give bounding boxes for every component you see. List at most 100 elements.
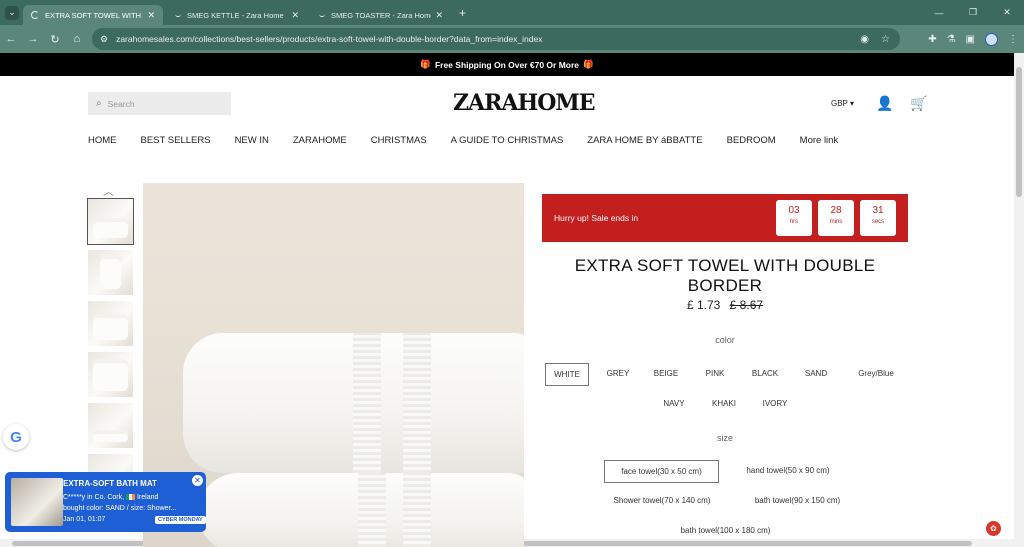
color-option-black[interactable]: BLACK xyxy=(745,363,785,384)
nav-item-home[interactable]: HOME xyxy=(88,135,117,146)
cart-icon[interactable]: 🛒 xyxy=(910,95,927,112)
rewards-icon[interactable]: ✿ xyxy=(986,521,1001,536)
bookmark-star-icon[interactable]: ☆ xyxy=(881,34,890,45)
tab-2[interactable]: SMEG TOASTER - Zara Home ✕ xyxy=(311,5,451,25)
promo-text: Free Shipping On Over €70 Or More xyxy=(434,59,580,70)
browser-toolbar: ✚ ⚗ ▣ ⋮ xyxy=(928,25,1018,53)
secs-value: 31 xyxy=(872,205,884,216)
popup-country: Ireland xyxy=(136,494,159,501)
popup-buyer: C*****y in Co. Cork, xyxy=(63,494,125,501)
thumbnail[interactable] xyxy=(88,250,133,295)
tab-close-icon[interactable]: ✕ xyxy=(291,10,299,21)
lab-icon[interactable]: ⚗ xyxy=(947,34,956,45)
chevron-up-icon[interactable]: ︿ xyxy=(103,183,114,199)
hours-value: 03 xyxy=(788,205,800,216)
product-price: £ 1.73 £ 8.67 xyxy=(542,298,908,312)
secs-label: secs xyxy=(871,219,885,225)
window-controls: — ❐ ✕ xyxy=(922,0,1024,25)
profile-avatar-icon[interactable] xyxy=(985,32,998,46)
nav-item-new-in[interactable]: NEW IN xyxy=(235,135,269,146)
search-input[interactable]: ⌕ Search xyxy=(88,92,231,115)
thumbnail[interactable] xyxy=(87,198,134,245)
countdown-secs: 31 secs xyxy=(860,200,896,236)
popup-badge: CYBER MONDAY xyxy=(155,516,206,524)
popup-buyer-line: C*****y in Co. Cork, Ireland xyxy=(63,494,158,501)
color-option-grey-blue[interactable]: Grey/Blue xyxy=(848,363,904,384)
nav-item-zarahome[interactable]: ZARAHOME xyxy=(293,135,347,146)
currency-value: GBP xyxy=(831,99,848,108)
tab-close-icon[interactable]: ✕ xyxy=(147,10,155,21)
thumbnail-gallery xyxy=(87,198,134,505)
currency-select[interactable]: GBP ▾ xyxy=(831,99,854,108)
url-text: zarahomesales.com/collections/best-selle… xyxy=(116,34,543,44)
color-option-grey[interactable]: GREY xyxy=(598,363,638,384)
close-window-icon[interactable]: ✕ xyxy=(990,7,1024,18)
size-options: face towel(30 x 50 cm) hand towel(50 x 9… xyxy=(542,460,912,540)
minimize-icon[interactable]: — xyxy=(922,8,956,18)
tab-1[interactable]: SMEG KETTLE - Zara Home ✕ xyxy=(167,5,307,25)
sidepanel-icon[interactable]: ▣ xyxy=(966,34,975,45)
google-icon[interactable]: G xyxy=(3,424,29,450)
thumbnail[interactable] xyxy=(88,301,133,346)
vertical-scrollbar[interactable] xyxy=(1014,53,1024,547)
ireland-flag-icon xyxy=(126,494,136,501)
nav-item-bedroom[interactable]: BEDROOM xyxy=(727,135,776,146)
size-option-bath-towel-90[interactable]: bath towel(90 x 150 cm) xyxy=(740,490,855,511)
hours-label: hrs xyxy=(789,219,799,225)
url-field[interactable]: ⚙ zarahomesales.com/collections/best-sel… xyxy=(92,28,900,50)
recent-purchase-popup[interactable]: EXTRA-SOFT BATH MAT C*****y in Co. Cork,… xyxy=(5,472,206,532)
scroll-thumb[interactable] xyxy=(1016,67,1022,197)
gift-icon: 🎁 xyxy=(583,59,594,69)
color-option-navy[interactable]: NAVY xyxy=(655,393,693,414)
reload-icon[interactable]: ↻ xyxy=(44,33,66,46)
countdown-mins: 28 mins xyxy=(818,200,854,236)
close-icon[interactable]: ✕ xyxy=(192,475,203,486)
color-option-khaki[interactable]: KHAKI xyxy=(705,393,743,414)
mins-value: 28 xyxy=(830,205,842,216)
size-option-face-towel[interactable]: face towel(30 x 50 cm) xyxy=(604,460,719,483)
size-option-bath-towel-100[interactable]: bath towel(100 x 180 cm) xyxy=(668,520,783,541)
sale-text: Hurry up! Sale ends in xyxy=(554,213,639,223)
tab-close-icon[interactable]: ✕ xyxy=(435,10,443,21)
new-tab-button[interactable]: + xyxy=(459,6,466,20)
thumbnail[interactable] xyxy=(88,403,133,448)
user-icon[interactable]: 👤 xyxy=(876,95,893,112)
tab-1-title: SMEG KETTLE - Zara Home xyxy=(187,10,284,20)
color-option-white[interactable]: WHITE xyxy=(545,363,589,386)
loading-icon xyxy=(31,11,39,19)
product-title: EXTRA SOFT TOWEL WITH DOUBLE BORDER xyxy=(574,256,876,295)
size-option-hand-towel[interactable]: hand towel(50 x 90 cm) xyxy=(732,460,844,481)
forward-icon[interactable]: → xyxy=(22,33,44,45)
popup-product-image xyxy=(11,478,63,526)
eye-off-icon[interactable]: ◉ xyxy=(860,34,869,45)
tab-2-title: SMEG TOASTER - Zara Home xyxy=(331,10,432,20)
color-option-beige[interactable]: BEIGE xyxy=(646,363,686,384)
mins-label: mins xyxy=(829,219,843,225)
thumbnail[interactable] xyxy=(88,352,133,397)
popup-title: EXTRA-SOFT BATH MAT xyxy=(63,479,157,488)
menu-kebab-icon[interactable]: ⋮ xyxy=(1008,34,1018,45)
site-logo[interactable]: ZARAHOME xyxy=(453,90,596,116)
home-icon[interactable]: ⌂ xyxy=(66,33,88,45)
promo-banner: 🎁 Free Shipping On Over €70 Or More 🎁 xyxy=(0,53,1014,76)
color-option-pink[interactable]: PINK xyxy=(697,363,733,384)
nav-item-guide[interactable]: A GUIDE TO CHRISTMAS xyxy=(451,135,564,146)
nav-item-more[interactable]: More link xyxy=(800,135,839,146)
color-option-sand[interactable]: SAND xyxy=(798,363,834,384)
nav-item-christmas[interactable]: CHRISTMAS xyxy=(371,135,427,146)
main-nav: HOME BEST SELLERS NEW IN ZARAHOME CHRIST… xyxy=(88,135,862,146)
back-icon[interactable]: ← xyxy=(0,33,22,45)
restore-icon[interactable]: ❐ xyxy=(956,7,990,18)
nav-item-best-sellers[interactable]: BEST SELLERS xyxy=(141,135,211,146)
search-icon: ⌕ xyxy=(96,98,102,109)
extensions-icon[interactable]: ✚ xyxy=(928,34,936,45)
tab-0-title: EXTRA SOFT TOWEL WITH DOUBLE BORDER xyxy=(45,10,143,20)
browser-tabbar: ⌄ EXTRA SOFT TOWEL WITH DOUBLE BORDER ✕ … xyxy=(0,0,1024,25)
size-option-shower-towel[interactable]: Shower towel(70 x 140 cm) xyxy=(602,490,722,511)
tab-search-icon[interactable]: ⌄ xyxy=(5,5,19,20)
color-option-ivory[interactable]: IVORY xyxy=(755,393,795,414)
tab-0[interactable]: EXTRA SOFT TOWEL WITH DOUBLE BORDER ✕ xyxy=(23,5,163,25)
site-info-icon[interactable]: ⚙ xyxy=(100,34,108,45)
nav-item-abbatte[interactable]: ZARA HOME BY áBBATTE xyxy=(587,135,702,146)
color-label: color xyxy=(715,335,735,345)
